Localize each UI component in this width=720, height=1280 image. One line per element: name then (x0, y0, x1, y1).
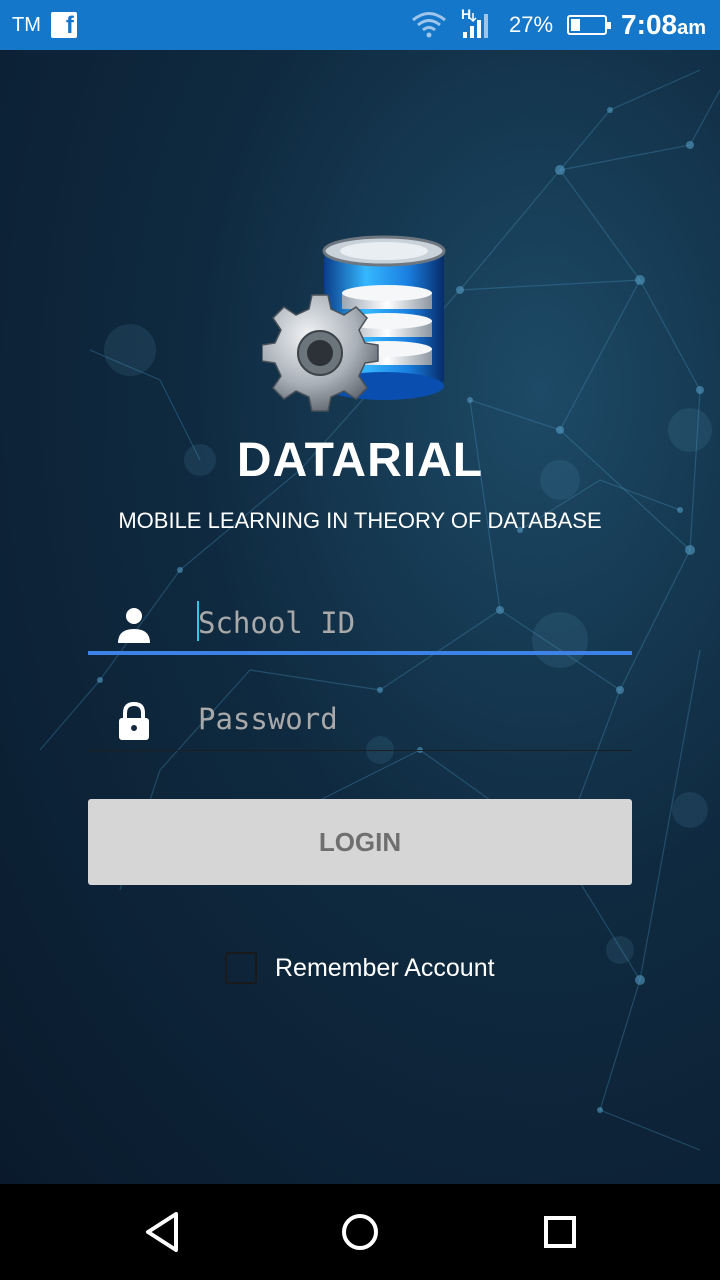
status-left: TM f (12, 0, 77, 50)
school-id-field[interactable] (88, 595, 632, 655)
app-title: DATARIAL (236, 434, 484, 487)
person-icon (118, 608, 150, 643)
clock-suffix: am (677, 17, 706, 39)
navigation-bar (0, 1184, 720, 1280)
signal-indicator: H (461, 6, 495, 40)
login-screen: DATARIAL MOBILE LEARNING IN THEORY OF DA… (0, 50, 720, 1184)
password-field[interactable] (88, 691, 632, 751)
status-right: H 27% 7:08am (411, 0, 706, 50)
clock-time: 7:08 (621, 9, 678, 40)
app-logo (262, 235, 446, 412)
remember-account-label: Remember Account (275, 953, 495, 982)
carrier-label: TM (12, 13, 41, 36)
back-icon[interactable] (138, 1208, 186, 1256)
login-button[interactable]: LOGIN (88, 799, 632, 885)
app-subtitle: MOBILE LEARNING IN THEORY OF DATABASE (118, 508, 602, 533)
password-underline (88, 750, 632, 751)
remember-account-option[interactable]: Remember Account (225, 949, 495, 987)
signal-icon (463, 13, 488, 38)
battery-percent: 27% (509, 12, 554, 37)
battery-fill (571, 19, 580, 31)
remember-account-checkbox[interactable] (225, 952, 257, 984)
lock-icon (119, 701, 149, 740)
school-id-underline (88, 651, 632, 655)
status-bar: TM f H 27% 7:08am (0, 0, 720, 50)
battery-icon (567, 15, 612, 35)
wifi-icon (412, 12, 446, 38)
recents-icon[interactable] (536, 1208, 584, 1256)
school-id-input[interactable] (198, 601, 618, 645)
text-cursor (197, 601, 199, 641)
clock: 7:08am (621, 9, 706, 41)
password-input[interactable] (198, 697, 618, 741)
facebook-notification-icon: f (50, 12, 77, 38)
home-icon[interactable] (336, 1208, 384, 1256)
